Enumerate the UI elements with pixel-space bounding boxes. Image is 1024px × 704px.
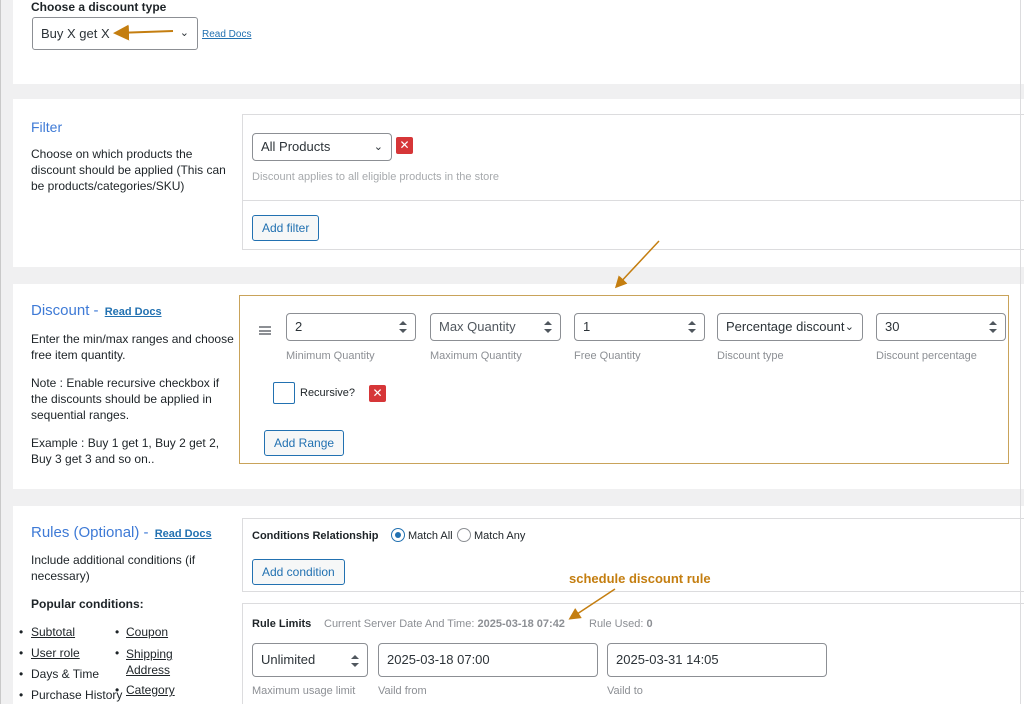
valid-to-label: Vaild to xyxy=(607,685,643,697)
server-time: Current Server Date And Time: 2025-03-18… xyxy=(324,618,565,630)
rules-read-docs-link[interactable]: Read Docs xyxy=(155,528,212,540)
condition-user-role-link[interactable]: User role xyxy=(31,646,80,660)
rule-limits-label: Rule Limits xyxy=(252,618,312,630)
divider xyxy=(243,200,1024,201)
discount-range-box: 2 Minimum Quantity Max Quantity Maximum … xyxy=(239,295,1009,464)
match-any-radio[interactable] xyxy=(457,528,471,542)
free-quantity-input[interactable]: 1 xyxy=(574,313,705,341)
discount-percentage-label: Discount percentage xyxy=(876,350,977,362)
max-quantity-label: Maximum Quantity xyxy=(430,350,522,362)
condition-days-time: Days & Time xyxy=(31,667,100,681)
remove-filter-button[interactable]: ✕ xyxy=(396,137,413,154)
spinner-icon xyxy=(351,655,359,667)
discount-type-select[interactable]: Buy X get X ⌄ xyxy=(32,17,198,50)
condition-shipping-address-link[interactable]: Shipping Address xyxy=(126,646,186,678)
window-edge xyxy=(1020,0,1021,704)
chevron-down-icon: ⌄ xyxy=(373,141,383,153)
filter-select[interactable]: All Products ⌄ xyxy=(252,133,392,161)
rule-limits-panel: Rule Limits Current Server Date And Time… xyxy=(242,603,1024,704)
discount-type-card: Choose a discount type Buy X get X ⌄ Rea… xyxy=(13,0,1024,84)
recursive-checkbox[interactable] xyxy=(273,382,295,404)
discount-desc-1: Enter the min/max ranges and choose free… xyxy=(31,332,234,362)
condition-subtotal-link[interactable]: Subtotal xyxy=(31,625,75,639)
add-condition-button[interactable]: Add condition xyxy=(252,559,345,585)
discount-type-field-label: Discount type xyxy=(717,350,784,362)
free-quantity-label: Free Quantity xyxy=(574,350,641,362)
filter-title: Filter xyxy=(31,119,63,135)
rules-description: Include additional conditions (if necess… xyxy=(31,553,196,583)
conditions-relationship-label: Conditions Relationship xyxy=(252,530,379,542)
remove-range-button[interactable]: ✕ xyxy=(369,385,386,402)
filter-panel: All Products ⌄ ✕ Discount applies to all… xyxy=(242,114,1024,250)
spinner-icon xyxy=(544,321,552,333)
spinner-icon xyxy=(399,321,407,333)
discount-desc-3: Example : Buy 1 get 1, Buy 2 get 2, Buy … xyxy=(31,436,220,466)
usage-limit-label: Maximum usage limit xyxy=(252,685,356,697)
discount-type-label: Choose a discount type xyxy=(31,0,167,14)
filter-hint: Discount applies to all eligible product… xyxy=(252,171,500,183)
chevron-down-icon: ⌄ xyxy=(844,321,854,333)
drag-handle-icon[interactable] xyxy=(259,326,271,335)
page-frame: Choose a discount type Buy X get X ⌄ Rea… xyxy=(0,0,1024,704)
add-range-button[interactable]: Add Range xyxy=(264,430,345,456)
condition-purchase-history: Purchase History xyxy=(31,688,123,702)
min-quantity-label: Minimum Quantity xyxy=(286,350,375,362)
min-quantity-input[interactable]: 2 xyxy=(286,313,416,341)
discount-type-field[interactable]: Percentage discount ⌄ xyxy=(717,313,863,341)
spinner-icon xyxy=(989,321,997,333)
popular-conditions-heading: Popular conditions: xyxy=(31,597,144,611)
match-any-label: Match Any xyxy=(474,530,526,542)
valid-to-input[interactable]: 2025-03-31 14:05 xyxy=(607,643,827,677)
filter-card: Filter Choose on which products the disc… xyxy=(13,99,1024,267)
match-all-radio[interactable] xyxy=(391,528,405,542)
discount-percentage-input[interactable]: 30 xyxy=(876,313,1006,341)
discount-desc-2: Note : Enable recursive checkbox if the … xyxy=(31,376,220,422)
popular-conditions-list: • Subtotal • User role • Days & Time • P… xyxy=(13,625,243,704)
discount-title: Discount - Read Docs xyxy=(31,302,162,319)
rule-used: Rule Used: 0 xyxy=(589,618,653,630)
annotation-label: schedule discount rule xyxy=(569,571,711,586)
valid-from-input[interactable]: 2025-03-18 07:00 xyxy=(378,643,598,677)
discount-read-docs-link[interactable]: Read Docs xyxy=(105,306,162,318)
discount-type-read-docs-link[interactable]: Read Docs xyxy=(202,29,251,40)
add-filter-button[interactable]: Add filter xyxy=(252,215,320,241)
rules-title: Rules (Optional) - Read Docs xyxy=(31,524,212,541)
discount-card: Discount - Read Docs Enter the min/max r… xyxy=(13,284,1024,489)
spinner-icon xyxy=(688,321,696,333)
condition-coupon-link[interactable]: Coupon xyxy=(126,625,168,639)
rules-card: Rules (Optional) - Read Docs Include add… xyxy=(13,506,1024,704)
chevron-down-icon: ⌄ xyxy=(179,27,189,39)
valid-from-label: Vaild from xyxy=(378,685,427,697)
match-all-label: Match All xyxy=(408,530,453,542)
usage-limit-input[interactable]: Unlimited xyxy=(252,643,368,677)
recursive-label: Recursive? xyxy=(300,387,356,399)
filter-description: Choose on which products the discount sh… xyxy=(31,147,226,193)
condition-category-link[interactable]: Category xyxy=(126,683,175,697)
max-quantity-input[interactable]: Max Quantity xyxy=(430,313,561,341)
